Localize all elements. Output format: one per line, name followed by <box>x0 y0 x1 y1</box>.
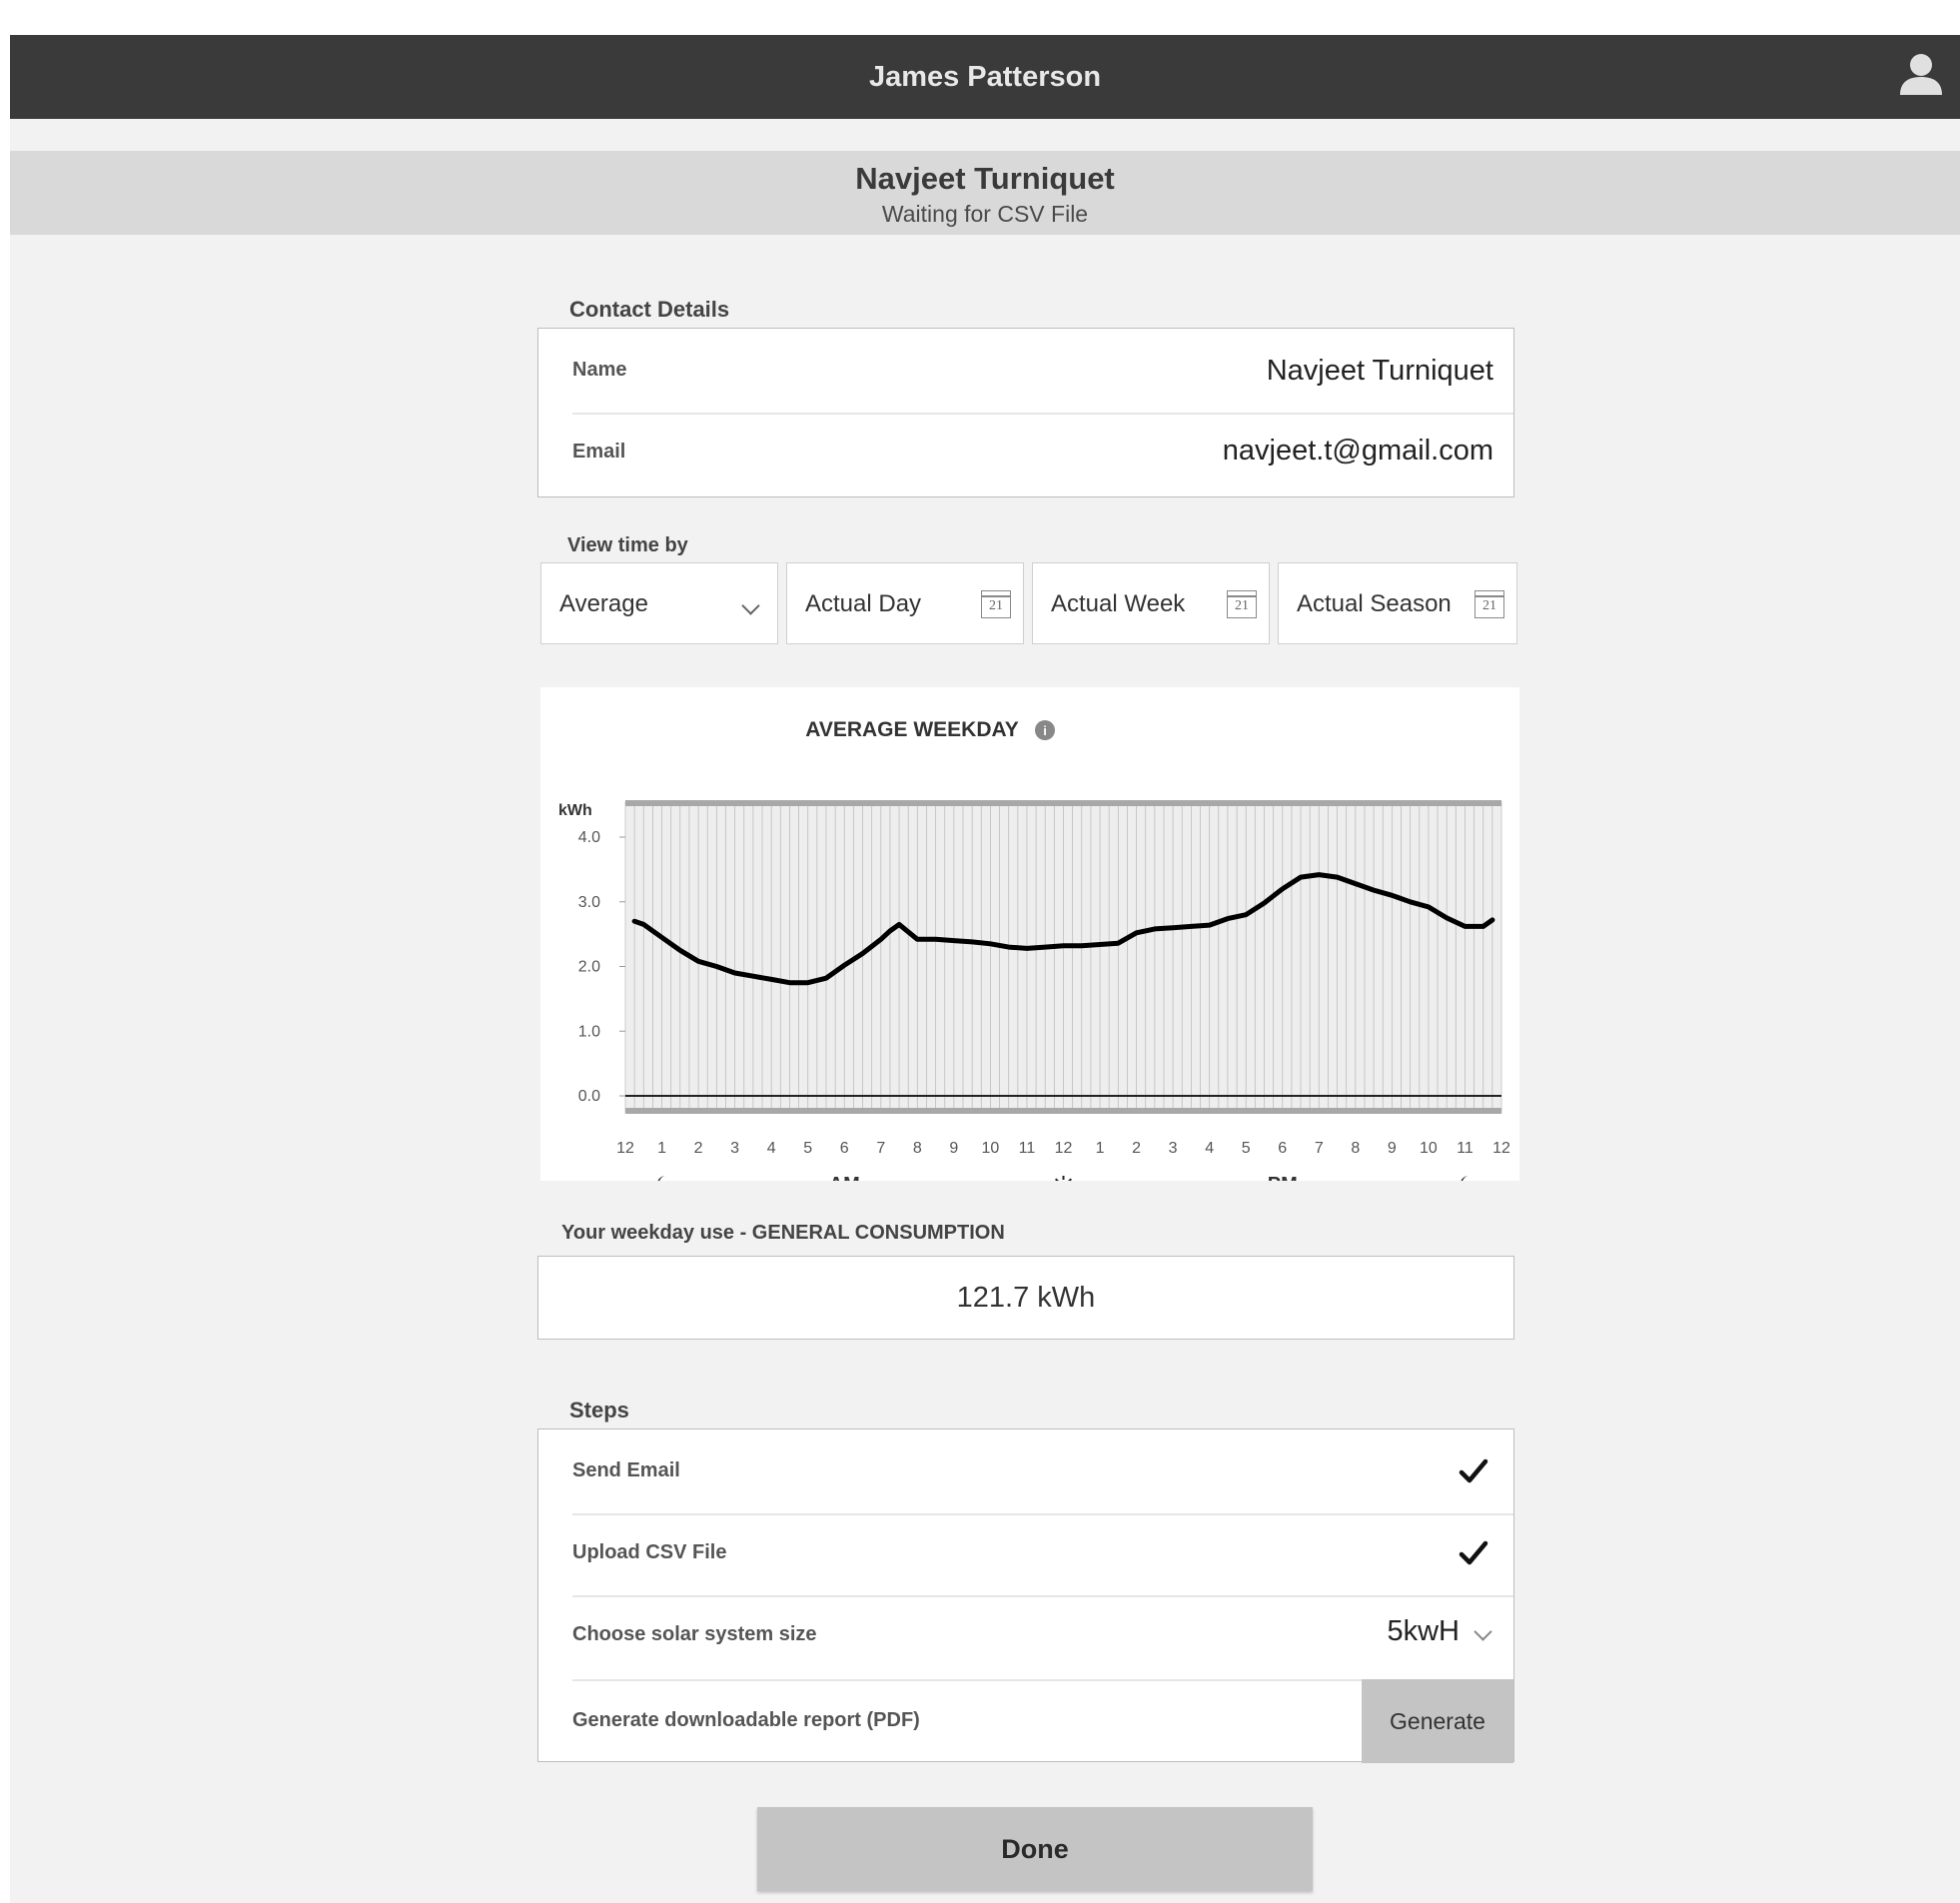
step-send-email: Send Email <box>538 1429 1513 1513</box>
y-tick-label: 4.0 <box>578 829 600 846</box>
am-label: AM <box>829 1174 860 1181</box>
x-tick-label: 10 <box>982 1140 1000 1157</box>
checkmark-icon <box>1459 1458 1488 1483</box>
average-dropdown[interactable]: Average <box>540 562 778 644</box>
sun-ray <box>1055 1178 1059 1181</box>
x-tick-label: 2 <box>1132 1140 1141 1157</box>
y-tick-label: 0.0 <box>578 1088 600 1105</box>
x-tick-label: 10 <box>1420 1140 1438 1157</box>
user-icon[interactable] <box>1896 49 1946 99</box>
x-tick-label: 7 <box>1315 1140 1324 1157</box>
name-label: Name <box>572 359 627 381</box>
x-tick-label: 1 <box>657 1140 666 1157</box>
name-value[interactable]: Navjeet Turniquet <box>1267 355 1493 388</box>
top-bar: James Patterson <box>10 35 1960 119</box>
x-tick-label: 2 <box>694 1140 703 1157</box>
report-label: Generate downloadable report (PDF) <box>572 1709 920 1731</box>
x-tick-label: 7 <box>876 1140 885 1157</box>
y-tick-label: 3.0 <box>578 894 600 911</box>
x-tick-label: 6 <box>840 1140 849 1157</box>
step-upload-csv: Upload CSV File <box>538 1515 1513 1595</box>
customer-name: Navjeet Turniquet <box>855 161 1115 196</box>
actual-day-label: Actual Day <box>805 590 922 617</box>
contact-details-card: Name Navjeet Turniquet Email navjeet.t@g… <box>537 328 1514 497</box>
solar-size-select[interactable]: 5kwH <box>1346 1611 1495 1655</box>
usage-label: Your weekday use - GENERAL CONSUMPTION <box>561 1222 1005 1244</box>
calendar-icon: 21 <box>1227 590 1257 618</box>
y-tick-label: 2.0 <box>578 959 600 976</box>
x-tick-label: 3 <box>730 1140 739 1157</box>
contact-details-label: Contact Details <box>569 297 730 322</box>
solar-size-label: Choose solar system size <box>572 1623 817 1645</box>
view-time-label: View time by <box>567 534 688 556</box>
actual-week-picker[interactable]: Actual Week 21 <box>1032 562 1270 644</box>
contact-name-row: Name Navjeet Turniquet <box>538 329 1513 413</box>
x-tick-label: 5 <box>1242 1140 1251 1157</box>
chart-title: AVERAGE WEEKDAY <box>805 718 1019 741</box>
generate-button[interactable]: Generate <box>1362 1679 1513 1763</box>
x-tick-label: 1 <box>1096 1140 1105 1157</box>
app-page: James Patterson Navjeet Turniquet Waitin… <box>10 35 1960 1903</box>
customer-status: Waiting for CSV File <box>881 201 1089 227</box>
y-axis-label: kWh <box>558 802 592 819</box>
weekday-chart: AVERAGE WEEKDAY i kWh 4.0 3.0 2.0 1.0 0.0 12 1 2 3 4… <box>540 687 1519 1181</box>
x-tick-label: 8 <box>1351 1140 1360 1157</box>
plot-bottom-bar <box>625 1108 1501 1114</box>
steps-label: Steps <box>569 1398 629 1423</box>
done-button[interactable]: Done <box>757 1807 1313 1891</box>
checkmark-icon <box>1459 1540 1488 1565</box>
moon-icon <box>657 1176 666 1181</box>
solar-size-value: 5kwH <box>1387 1615 1460 1647</box>
x-tick-label: 4 <box>1205 1140 1214 1157</box>
usage-value: 121.7 kWh <box>537 1256 1514 1340</box>
calendar-icon: 21 <box>1474 590 1504 618</box>
x-tick-label: 12 <box>1055 1140 1073 1157</box>
actual-week-label: Actual Week <box>1051 590 1186 617</box>
contact-email-row: Email navjeet.t@gmail.com <box>538 415 1513 498</box>
calendar-icon: 21 <box>981 590 1011 618</box>
step-solar-size: Choose solar system size 5kwH <box>538 1597 1513 1679</box>
pm-label: PM <box>1268 1174 1298 1181</box>
chevron-down-icon <box>1473 1622 1492 1641</box>
y-tick-label: 1.0 <box>578 1023 600 1040</box>
actual-season-picker[interactable]: Actual Season 21 <box>1278 562 1517 644</box>
actual-day-picker[interactable]: Actual Day 21 <box>786 562 1024 644</box>
email-value[interactable]: navjeet.t@gmail.com <box>1223 435 1493 468</box>
x-tick-label: 9 <box>1388 1140 1397 1157</box>
x-tick-label: 3 <box>1169 1140 1178 1157</box>
x-tick-label: 12 <box>616 1140 634 1157</box>
info-icon-glyph: i <box>1043 723 1047 738</box>
sun-ray <box>1068 1178 1072 1181</box>
plot-top-bar <box>625 800 1501 806</box>
x-tick-label: 12 <box>1492 1140 1510 1157</box>
average-dropdown-label: Average <box>559 590 648 617</box>
steps-card: Send Email Upload CSV File Choose solar … <box>537 1428 1514 1763</box>
x-tick-label: 11 <box>1457 1140 1473 1157</box>
x-tick-label: 5 <box>803 1140 812 1157</box>
x-tick-label: 4 <box>767 1140 776 1157</box>
x-tick-label: 9 <box>949 1140 958 1157</box>
customer-header: Navjeet Turniquet Waiting for CSV File <box>10 151 1960 235</box>
x-tick-label: 6 <box>1278 1140 1287 1157</box>
actual-season-label: Actual Season <box>1297 590 1452 617</box>
step-generate-report: Generate downloadable report (PDF) Gener… <box>538 1679 1513 1763</box>
upload-csv-label: Upload CSV File <box>572 1541 727 1563</box>
send-email-label: Send Email <box>572 1459 680 1481</box>
moon-icon <box>1461 1176 1470 1181</box>
header-title: James Patterson <box>868 61 1102 93</box>
weekday-chart-svg: AVERAGE WEEKDAY ikWh4.03.02.01.00.012 1 2 3 4… <box>558 718 1510 1181</box>
x-tick-label: 8 <box>913 1140 922 1157</box>
email-label: Email <box>572 441 626 463</box>
chevron-down-icon <box>741 596 760 615</box>
x-tick-label: 11 <box>1019 1140 1036 1157</box>
